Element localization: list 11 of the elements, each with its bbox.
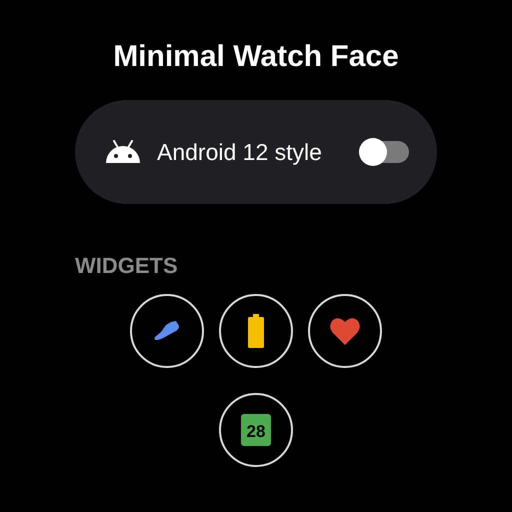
heart-icon xyxy=(330,317,360,345)
setting-label: Android 12 style xyxy=(157,138,322,166)
screen-title: Minimal Watch Face xyxy=(112,39,400,75)
setting-chip[interactable]: Android 12 style xyxy=(75,100,437,204)
shoe-icon xyxy=(154,321,180,341)
calendar-icon: 28 xyxy=(241,414,271,446)
widget-slot[interactable]: 28 xyxy=(219,393,293,467)
toggle-switch[interactable] xyxy=(359,141,409,163)
battery-icon xyxy=(247,314,265,348)
android-icon xyxy=(105,140,141,164)
section-header: WIDGETS xyxy=(75,252,179,280)
